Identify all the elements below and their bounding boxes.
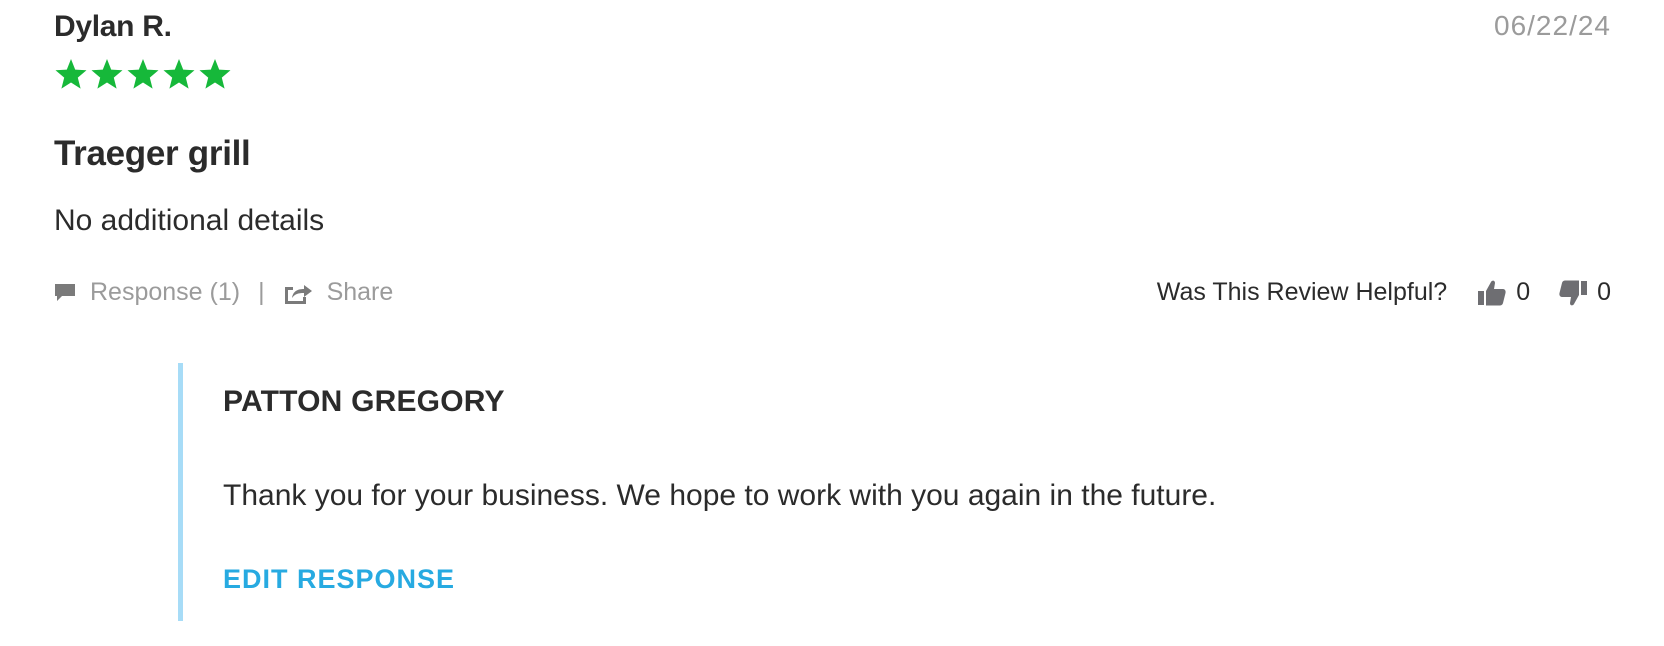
star-icon [90, 58, 124, 90]
review-action-bar: Response (1) | Share [54, 278, 393, 307]
star-icon [126, 58, 160, 90]
edit-response-button[interactable]: EDIT RESPONSE [223, 564, 455, 595]
speech-bubble-icon [54, 282, 90, 304]
star-icon [54, 58, 88, 90]
business-response: PATTON GREGORY Thank you for your busine… [178, 363, 1583, 621]
response-text: Thank you for your business. We hope to … [223, 479, 1217, 512]
response-label: Response (1) [90, 278, 241, 306]
review-body: No additional details [54, 204, 325, 237]
review-title: Traeger grill [54, 134, 251, 173]
star-icon [198, 58, 232, 90]
thumbs-down-button[interactable]: 0 [1558, 278, 1611, 307]
responder-name: PATTON GREGORY [223, 385, 505, 418]
share-link[interactable]: Share [283, 278, 394, 307]
thumbs-up-count: 0 [1516, 278, 1531, 306]
action-divider: | [258, 278, 265, 306]
response-link[interactable]: Response (1) [54, 278, 240, 307]
review-date: 06/22/24 [1494, 10, 1611, 41]
star-rating [54, 58, 232, 90]
helpful-label: Was This Review Helpful? [1156, 278, 1448, 306]
share-label: Share [326, 278, 394, 306]
reviewer-name: Dylan R. [54, 10, 172, 43]
thumbs-down-count: 0 [1597, 278, 1611, 306]
star-icon [162, 58, 196, 90]
thumbs-up-button[interactable]: 0 [1477, 278, 1530, 307]
review-card: Dylan R. 06/22/24 Traeger grill No addit… [0, 0, 1664, 646]
thumbs-down-icon [1558, 279, 1597, 307]
share-icon [283, 281, 327, 305]
helpful-votes: Was This Review Helpful? 0 0 [1157, 278, 1611, 307]
thumbs-up-icon [1477, 279, 1516, 307]
